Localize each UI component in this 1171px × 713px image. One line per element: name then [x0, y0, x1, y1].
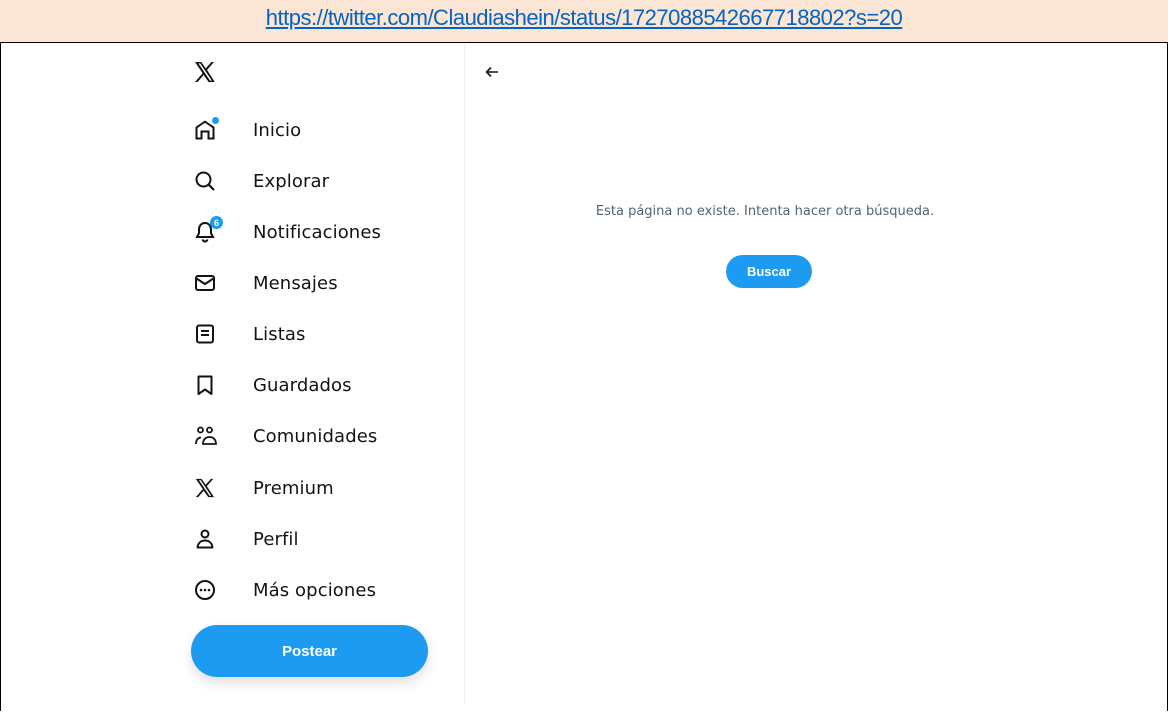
sidebar-item-label: Perfil: [253, 528, 299, 550]
bookmark-icon: [192, 372, 218, 398]
home-icon: [192, 117, 219, 143]
sidebar-item-mensajes[interactable]: Mensajes: [184, 261, 338, 305]
sidebar-item-listas[interactable]: Listas: [184, 312, 305, 356]
sidebar-item-comunidades[interactable]: Comunidades: [184, 414, 377, 458]
communities-icon: [192, 423, 218, 449]
bell-icon: 6: [192, 216, 223, 245]
sidebar-item-label: Comunidades: [253, 425, 378, 447]
sidebar: Inicio Explorar 6 Notificaciones Mensaje…: [184, 44, 465, 704]
sidebar-item-inicio[interactable]: Inicio: [184, 108, 301, 152]
error-message: Esta página no existe. Intenta hacer otr…: [595, 204, 935, 219]
notification-badge: 6: [210, 216, 223, 229]
list-icon: [192, 321, 218, 347]
sidebar-item-label: Notificaciones: [253, 221, 381, 243]
back-arrow-icon[interactable]: [482, 62, 502, 82]
unread-dot: [212, 117, 219, 124]
url-bar: https://twitter.com/Claudiashein/status/…: [0, 0, 1168, 43]
envelope-icon: [192, 270, 218, 296]
sidebar-item-label: Mensajes: [253, 272, 338, 294]
search-button[interactable]: Buscar: [726, 255, 812, 288]
status-link[interactable]: https://twitter.com/Claudiashein/status/…: [266, 5, 903, 31]
sidebar-item-label: Premium: [253, 477, 334, 499]
x-logo-icon: [192, 475, 218, 501]
sidebar-item-label: Explorar: [253, 170, 330, 192]
sidebar-item-premium[interactable]: Premium: [184, 466, 334, 510]
sidebar-item-label: Inicio: [253, 119, 302, 141]
sidebar-item-notificaciones[interactable]: 6 Notificaciones: [184, 210, 381, 254]
sidebar-item-guardados[interactable]: Guardados: [184, 363, 352, 407]
post-button[interactable]: Postear: [191, 625, 428, 677]
sidebar-item-perfil[interactable]: Perfil: [184, 517, 299, 561]
search-icon: [192, 168, 218, 194]
profile-icon: [192, 526, 218, 552]
more-icon: [192, 577, 218, 603]
sidebar-item-explorar[interactable]: Explorar: [184, 159, 329, 203]
sidebar-item-label: Guardados: [253, 374, 352, 396]
sidebar-item-label: Más opciones: [253, 579, 377, 601]
sidebar-item-mas-opciones[interactable]: Más opciones: [184, 568, 376, 612]
screenshot-frame: [0, 0, 1168, 711]
sidebar-item-label: Listas: [253, 323, 306, 345]
x-logo-icon[interactable]: [193, 60, 217, 84]
